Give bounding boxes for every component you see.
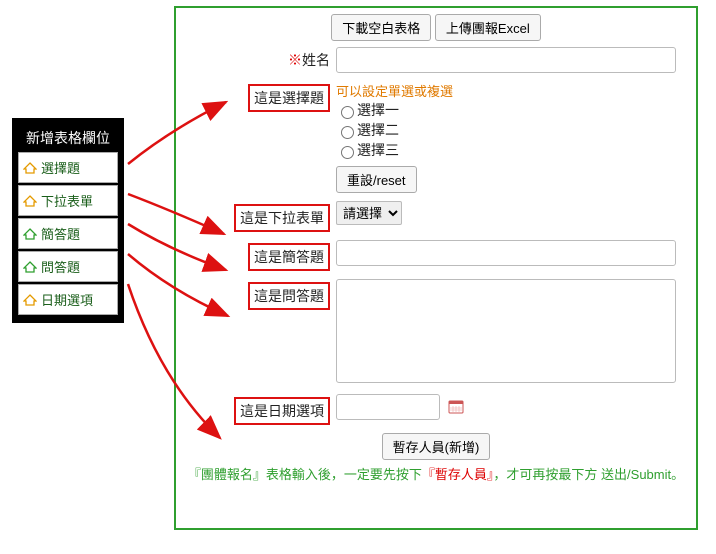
- reset-button[interactable]: 重設/reset: [336, 166, 417, 193]
- row-choice: 這是選擇題 可以設定單選或複選 選擇一 選擇二 選擇三 重設/reset: [182, 81, 690, 193]
- upload-excel-button[interactable]: 上傳團報Excel: [435, 14, 541, 41]
- calendar-icon[interactable]: [448, 399, 464, 417]
- footer-note: 『團體報名』表格輸入後，一定要先按下『暫存人員』，才可再按最下方 送出/Subm…: [182, 464, 690, 483]
- choice-opt-1[interactable]: 選擇一: [336, 102, 399, 118]
- sidebar-item-choice[interactable]: 選擇題: [18, 152, 118, 183]
- essay-textarea[interactable]: [336, 279, 676, 383]
- save-temp-button[interactable]: 暫存人員(新增): [382, 433, 491, 460]
- house-icon: [23, 162, 37, 174]
- row-dropdown: 這是下拉表單 請選擇: [182, 201, 690, 232]
- dropdown-select[interactable]: 請選擇: [336, 201, 402, 225]
- top-buttons: 下載空白表格 上傳團報Excel: [182, 14, 690, 41]
- label-short: 這是簡答題: [182, 240, 336, 271]
- sidebar-item-short[interactable]: 簡答題: [18, 218, 118, 249]
- label-essay: 這是問答題: [182, 279, 336, 310]
- sidebar-item-label: 問答題: [41, 257, 80, 276]
- label-date: 這是日期選項: [182, 394, 336, 425]
- sidebar-title: 新增表格欄位: [18, 124, 118, 152]
- name-input[interactable]: [336, 47, 676, 73]
- sidebar-item-date[interactable]: 日期選項: [18, 284, 118, 315]
- add-field-sidebar: 新增表格欄位 選擇題 下拉表單 簡答題 問答題 日期選項: [12, 118, 124, 323]
- row-short: 這是簡答題: [182, 240, 690, 271]
- choice-opt-2[interactable]: 選擇二: [336, 122, 399, 138]
- label-dropdown: 這是下拉表單: [182, 201, 336, 232]
- house-icon: [23, 261, 37, 273]
- form-container: 下載空白表格 上傳團報Excel ※姓名 這是選擇題 可以設定單選或複選 選擇一…: [174, 6, 698, 530]
- house-icon: [23, 294, 37, 306]
- row-essay: 這是問答題: [182, 279, 690, 386]
- choice-opt-3[interactable]: 選擇三: [336, 142, 399, 158]
- download-blank-button[interactable]: 下載空白表格: [331, 14, 431, 41]
- row-date: 這是日期選項: [182, 394, 690, 425]
- label-choice: 這是選擇題: [182, 81, 336, 112]
- sidebar-item-label: 簡答題: [41, 224, 80, 243]
- choice-hint: 可以設定單選或複選: [336, 84, 453, 99]
- required-mark: ※: [288, 52, 302, 68]
- sidebar-item-label: 選擇題: [41, 158, 80, 177]
- date-input[interactable]: [336, 394, 440, 420]
- row-name: ※姓名: [182, 47, 690, 73]
- house-icon: [23, 195, 37, 207]
- short-answer-input[interactable]: [336, 240, 676, 266]
- house-icon: [23, 228, 37, 240]
- sidebar-item-label: 日期選項: [41, 290, 93, 309]
- sidebar-item-dropdown[interactable]: 下拉表單: [18, 185, 118, 216]
- sidebar-item-label: 下拉表單: [41, 191, 93, 210]
- sidebar-item-essay[interactable]: 問答題: [18, 251, 118, 282]
- label-name: ※姓名: [182, 47, 336, 70]
